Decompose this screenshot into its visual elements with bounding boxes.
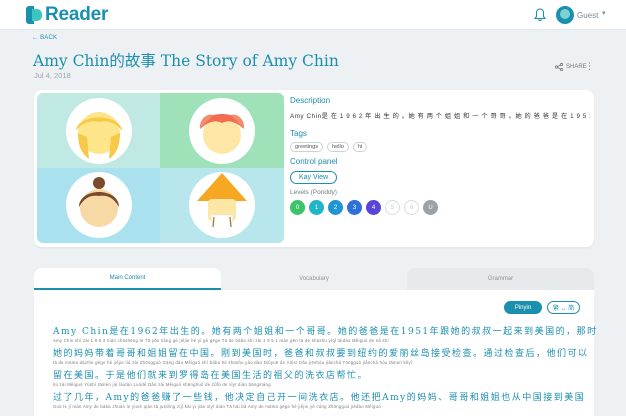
user-avatar[interactable]: [556, 6, 574, 24]
level-3-button[interactable]: 3: [347, 200, 362, 215]
story-info-card: Description Amy Chin是 在 1 9 6 2 年 出 生 的 …: [34, 90, 594, 247]
level-0-button[interactable]: 0: [290, 200, 305, 215]
tag-chip[interactable]: greetings: [290, 142, 324, 152]
reading-line-pinyin: Guò le jǐ nián Amy de bàba zhuàn le yìxi…: [53, 404, 381, 409]
reading-line[interactable]: 她的妈妈带着哥哥和姐姐留在中国。刚到美国时，爸爸和叔叔要到纽约的爱丽丝岛接受检查…: [53, 346, 587, 366]
more-options-icon[interactable]: ⋮: [585, 61, 594, 72]
story-cover-image: [37, 93, 284, 243]
tag-list: greetings hello hi: [290, 142, 590, 152]
top-bar: Reader Guest ▾: [0, 0, 626, 30]
content-tabs: Main Content Vocabulary Grammar: [34, 268, 594, 290]
share-button[interactable]: SHARE: [555, 63, 587, 71]
story-details: Description Amy Chin是 在 1 9 6 2 年 出 生 的 …: [290, 96, 590, 215]
tab-vocabulary[interactable]: Vocabulary: [221, 268, 407, 290]
level-5-button[interactable]: 5: [385, 200, 400, 215]
tag-chip[interactable]: hi: [352, 142, 368, 152]
chevron-down-icon[interactable]: ▾: [602, 9, 606, 17]
app-logo[interactable]: Reader: [26, 4, 108, 26]
user-name[interactable]: Guest: [577, 11, 598, 20]
reader-panel: Pinyin 繁 ↔ 简 Amy Chin是在1962年出生的。她有两个姐姐和一…: [34, 290, 596, 416]
reading-line-hanzi[interactable]: 留在美国。于是他们就来到罗得岛在美国生活的祖父的洗衣店帮忙。: [53, 368, 573, 381]
reading-line-pinyin: Amy Chin shì zài 1 9 6 2 nián chūshēng l…: [53, 338, 390, 343]
girl-face-icon: [66, 98, 132, 164]
pinyin-toggle-button[interactable]: Pinyin: [504, 301, 542, 314]
bell-icon[interactable]: [534, 8, 546, 22]
tab-main-content[interactable]: Main Content: [34, 268, 221, 290]
share-icon: [555, 63, 563, 71]
app-name: Reader: [45, 4, 109, 25]
old-man-face-icon: [189, 172, 255, 238]
back-label: BACK: [40, 35, 58, 41]
level-2-button[interactable]: 2: [328, 200, 343, 215]
level-4-button[interactable]: 4: [366, 200, 381, 215]
description-heading: Description: [290, 96, 331, 105]
back-link[interactable]: ← BACK: [32, 35, 57, 41]
reading-line-pinyin: liú zài Měiguó Yúshì tāmen jiù láidào Lu…: [53, 382, 271, 387]
level-selector: 0123456U: [290, 200, 590, 215]
reading-line[interactable]: 留在美国。于是他们就来到罗得岛在美国生活的祖父的洗衣店帮忙。 liú zài M…: [53, 368, 573, 388]
reading-line-pinyin: tā de māma dàizhe gēge hé jiějie liú zài…: [53, 360, 413, 365]
description-text: Amy Chin是 在 1 9 6 2 年 出 生 的 。她 有 两 个 姐 姐…: [290, 113, 590, 120]
story-date: Jul 4, 2018: [34, 71, 71, 80]
tab-grammar[interactable]: Grammar: [407, 268, 594, 290]
tags-heading: Tags: [290, 129, 307, 138]
level-U-button[interactable]: U: [423, 200, 438, 215]
tag-chip[interactable]: hello: [327, 142, 349, 152]
woman-face-icon: [66, 172, 132, 238]
share-label: SHARE: [566, 64, 587, 70]
level-6-button[interactable]: 6: [404, 200, 419, 215]
script-toggle-button[interactable]: 繁 ↔ 简: [547, 301, 580, 314]
reading-line[interactable]: 过了几年，Amy的爸爸赚了一些钱，他决定自己开一间洗衣店。他还把Amy的妈妈、哥…: [53, 390, 584, 410]
page-title: Amy Chin的故事 The Story of Amy Chin: [33, 52, 339, 70]
control-panel-heading: Control panel: [290, 157, 338, 166]
reading-line-hanzi[interactable]: Amy Chin是在1962年出生的。她有两个姐姐和一个哥哥。她的爸爸是在195…: [53, 324, 596, 337]
reading-line[interactable]: Amy Chin是在1962年出生的。她有两个姐姐和一个哥哥。她的爸爸是在195…: [53, 324, 596, 344]
kay-view-button[interactable]: Kay View: [290, 171, 338, 184]
level-1-button[interactable]: 1: [309, 200, 324, 215]
logo-mark-icon: [26, 6, 42, 24]
reading-line-hanzi[interactable]: 她的妈妈带着哥哥和姐姐留在中国。刚到美国时，爸爸和叔叔要到纽约的爱丽丝岛接受检查…: [53, 346, 587, 359]
levels-heading: Levels (Ponddy): [290, 189, 337, 196]
reading-line-hanzi[interactable]: 过了几年，Amy的爸爸赚了一些钱，他决定自己开一间洗衣店。他还把Amy的妈妈、哥…: [53, 390, 584, 403]
boy-face-icon: [189, 98, 255, 164]
